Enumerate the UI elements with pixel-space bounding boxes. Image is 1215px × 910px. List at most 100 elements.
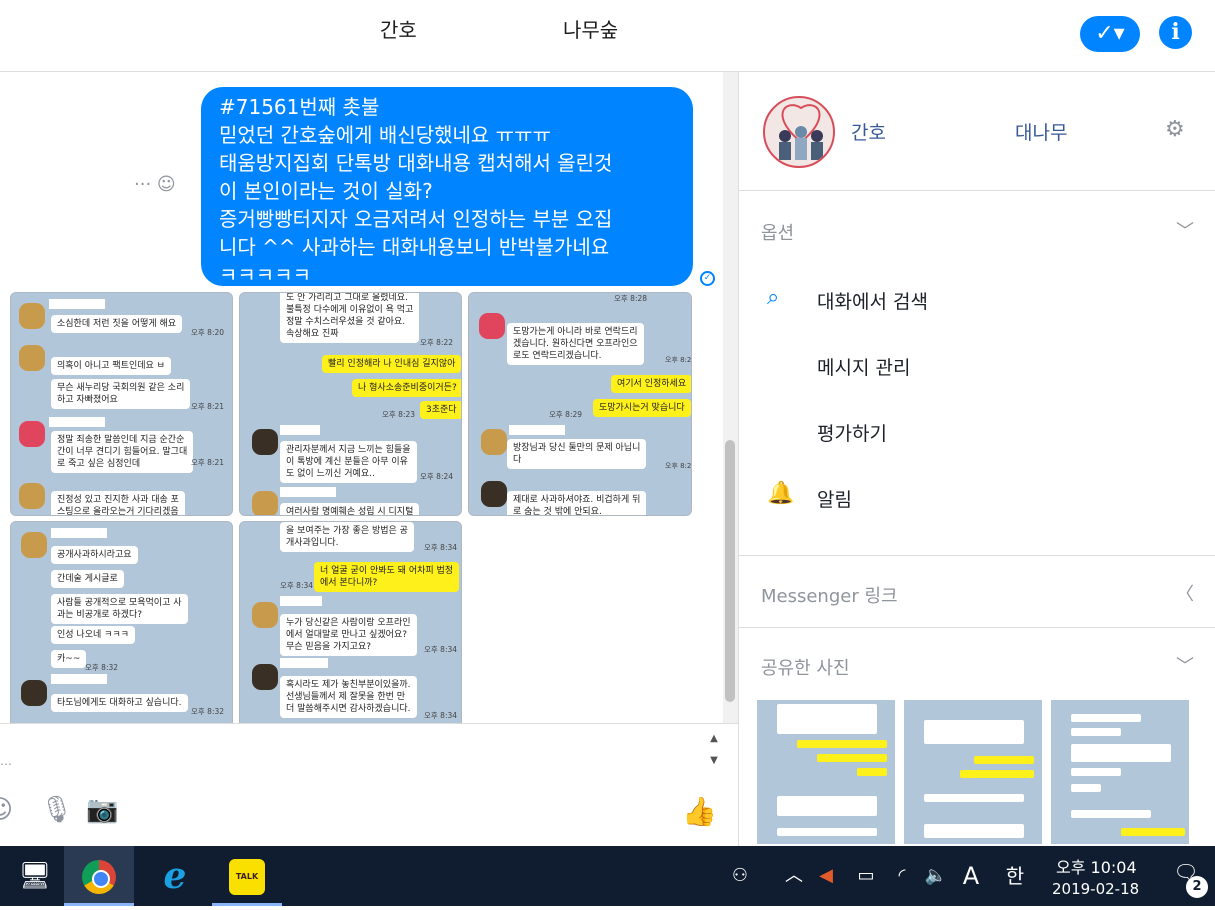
check-dropdown-button[interactable]: ✓▾: [1080, 16, 1140, 52]
kakao-time: 오후 8:23: [382, 410, 416, 419]
shared-photo-thumb[interactable]: [904, 700, 1042, 844]
kakao-message: 사람들 공개적으로 모욕먹이고 사 과는 비공개로 하겠다?: [51, 594, 188, 624]
kakao-message: 타도님에게도 대화하고 싶습니다.: [51, 694, 188, 712]
kakao-time: 오후 8:32: [85, 663, 119, 672]
chevron-up-icon[interactable]: ︿: [780, 846, 808, 906]
composer-toolbar: ☺ 🎙 📷: [0, 795, 738, 835]
image-attachment-2[interactable]: 도 안 가리리고 그대로 올렸네요. 불특정 다수에게 이유없이 욕 먹고 정말…: [239, 292, 462, 516]
message-line: #71561번째 촛불: [219, 95, 380, 119]
image-attachment-4[interactable]: 공개사과하시라고요 간데술 게시글로 사람들 공개적으로 모욕먹이고 사 과는 …: [10, 521, 233, 723]
kakao-time: 오후 8:32: [191, 707, 225, 716]
kakao-time: 오후 8:34: [424, 711, 458, 720]
outgoing-message-bubble[interactable]: #71561번째 촛불 믿었던 간호숲에게 배신당했네요 ㅠㅠㅠ 태움방지집회 …: [201, 87, 693, 286]
kakao-time: 오후 8:34: [280, 581, 314, 590]
shared-photos-grid: [757, 700, 1197, 844]
chevron-down-icon[interactable]: ﹀: [1176, 217, 1194, 243]
shared-photo-thumb[interactable]: [757, 700, 895, 844]
ime-mode-han[interactable]: 한: [1000, 846, 1030, 906]
kakao-message: 진정성 있고 진지한 사과 대송 포 스팅으로 올라오는거 기다리겠음: [51, 491, 185, 515]
message-line: 믿었던 간호숲에게 배신당했네요 ㅠㅠㅠ: [219, 123, 551, 147]
volume-icon[interactable]: 🔈: [920, 846, 952, 906]
kakao-time: 오후 8:34: [424, 645, 458, 654]
kakao-time: 오후 8:34: [424, 543, 458, 552]
kakao-message: 무슨 새누리당 국회의원 같은 소리 하고 자빠졌어요: [51, 379, 191, 409]
options-section: 옵션 ﹀ ⌕ 대화에서 검색 메시지 관리 평가하기 🔔 알림: [739, 190, 1215, 555]
kakao-time: 오후 8:24: [420, 472, 454, 481]
camera-icon[interactable]: 📷: [86, 795, 118, 825]
chrome-taskbar-button[interactable]: [64, 846, 134, 906]
kakao-time: 오후 8:29: [665, 462, 692, 470]
kakaotalk-taskbar-button[interactable]: TALK: [212, 846, 282, 906]
kakao-message: 도 안 가리리고 그대로 올렸네요. 불특정 다수에게 이유없이 욕 먹고 정말…: [280, 293, 420, 343]
input-scroll-arrows[interactable]: ▲ ▼: [700, 728, 728, 776]
option-manage-messages[interactable]: 메시지 관리: [817, 353, 910, 380]
microphone-icon[interactable]: 🎙: [40, 795, 73, 825]
kakao-time: 오후 8:21: [191, 402, 225, 411]
battery-icon[interactable]: ▭: [848, 846, 884, 906]
kakao-message: 제대로 사과하셔야죠. 비겁하게 뒤 로 숨는 것 밖에 안되요.: [507, 491, 647, 515]
kakao-message: 도망가는게 아니라 바로 연락드리 겠습니다. 원하신다면 오프라인으 로도 연…: [507, 323, 644, 365]
option-search-conversation[interactable]: 대화에서 검색: [817, 287, 928, 314]
info-button[interactable]: i: [1159, 16, 1192, 49]
kakaotalk-icon: TALK: [229, 858, 265, 895]
windows-taskbar: 🖥 e TALK ⚇ ︿ ◀ ▭ ◜ 🔈 A 한 오후 10:04 2019-0…: [0, 846, 1215, 906]
message-line: ㅋㅋㅋㅋㅋ: [219, 263, 311, 286]
kakao-message: 공개사과하시라고요: [51, 546, 138, 564]
kakao-message: 방장님과 당신 둘만의 문제 아닙니 다: [507, 439, 647, 469]
wifi-icon[interactable]: ◜: [888, 846, 916, 906]
clock-date[interactable]: 2019-02-18: [1052, 880, 1139, 898]
kakao-time: 오후 8:20: [191, 328, 225, 337]
chat-header: 간호 나무숲 ✓▾ i: [0, 0, 1215, 72]
emoji-icon[interactable]: ☺: [0, 795, 13, 825]
chevron-left-icon[interactable]: 〈: [1176, 580, 1194, 606]
kakao-message-mine: 여기서 인정하세요: [611, 375, 691, 393]
kakao-message: 여러사람 명예훼손 성립 시 디지털: [280, 503, 420, 515]
computer-icon[interactable]: 🖥: [0, 846, 70, 906]
scroll-down-icon[interactable]: ▼: [700, 750, 728, 772]
people-icon[interactable]: ⚇: [722, 846, 758, 906]
message-line: 태움방지집회 단톡방 대화내용 캡처해서 올린것: [219, 151, 613, 175]
kakao-message: 관리자분께서 지금 느끼는 힘들을 이 톡방에 계신 분들은 아무 이유 도 없…: [280, 441, 417, 483]
kakao-time: 오후 8:28: [614, 294, 648, 303]
shared-photo-thumb[interactable]: [1051, 700, 1189, 844]
options-title[interactable]: 옵션: [761, 219, 794, 245]
chat-title-part1: 간호: [380, 18, 417, 42]
clock-time[interactable]: 오후 10:04: [1056, 854, 1137, 878]
ime-mode-a[interactable]: A: [956, 846, 986, 906]
alert-icon[interactable]: ◀: [812, 846, 840, 906]
kakao-message: 소심한데 저런 짓을 어떻게 해요: [51, 315, 183, 333]
scroll-up-icon[interactable]: ▲: [700, 728, 728, 750]
image-attachment-1[interactable]: 소심한데 저런 짓을 어떻게 해요 오후 8:20 의혹이 아니고 팩트인데요 …: [10, 292, 233, 516]
message-line: 증거빵빵터지자 오금저려서 인정하는 부분 오집: [219, 207, 613, 231]
option-rate[interactable]: 평가하기: [817, 419, 887, 446]
kakao-message: 인성 나오네 ㅋㅋㅋ: [51, 626, 135, 644]
image-attachment-5[interactable]: 을 보여주는 가장 좋은 방법은 공 개사과입니다. 오후 8:34 오후 8:…: [239, 521, 462, 723]
kakao-message: 혹시라도 제가 놓친부분이있을까. 선생님들께서 제 잘못을 한번 만 더 말씀…: [280, 676, 417, 718]
gear-icon[interactable]: ⚙: [1165, 117, 1185, 142]
kakao-message: 간데술 게시글로: [51, 570, 124, 588]
profile-avatar[interactable]: [763, 96, 835, 168]
message-actions[interactable]: ··· ☺: [134, 174, 176, 195]
option-notifications[interactable]: 알림: [817, 485, 852, 512]
like-thumb-icon[interactable]: 👍: [682, 795, 717, 828]
seen-check-icon: ✓: [700, 271, 715, 286]
kakao-time: 오후 8:22: [420, 338, 454, 347]
messenger-link-title[interactable]: Messenger 링크: [761, 582, 898, 608]
kakao-message-mine: 도망가시는거 맞습니다: [593, 399, 691, 417]
message-list: ··· ☺ #71561번째 촛불 믿었던 간호숲에게 배신당했네요 ㅠㅠㅠ 태…: [0, 72, 738, 723]
search-icon: ⌕: [767, 285, 780, 310]
kakao-message: 을 보여주는 가장 좋은 방법은 공 개사과입니다.: [280, 522, 414, 552]
chevron-down-icon[interactable]: ﹀: [1176, 652, 1194, 678]
ie-taskbar-button[interactable]: e: [140, 846, 210, 906]
scrollbar-thumb[interactable]: [725, 440, 735, 702]
image-attachment-3[interactable]: 오후 8:28 도망가는게 아니라 바로 연락드리 겠습니다. 원하신다면 오프…: [468, 292, 692, 516]
kakao-message: 누가 당신같은 사람이랑 오프라인 에서 얼대말로 만나고 싶겠어요? 무슨 믿…: [280, 614, 417, 656]
bell-icon: 🔔: [767, 481, 795, 506]
internet-explorer-icon: e: [163, 855, 187, 897]
message-input[interactable]: …: [0, 754, 12, 768]
profile-name-part2: 대나무: [1015, 122, 1068, 144]
kakao-message-mine: 나 형사소송준비중이거든?: [352, 379, 461, 397]
shared-photos-title[interactable]: 공유한 사진: [761, 654, 850, 680]
kakao-message-mine: 3초준다: [420, 401, 461, 419]
profile-name-part1: 간호: [851, 122, 886, 144]
